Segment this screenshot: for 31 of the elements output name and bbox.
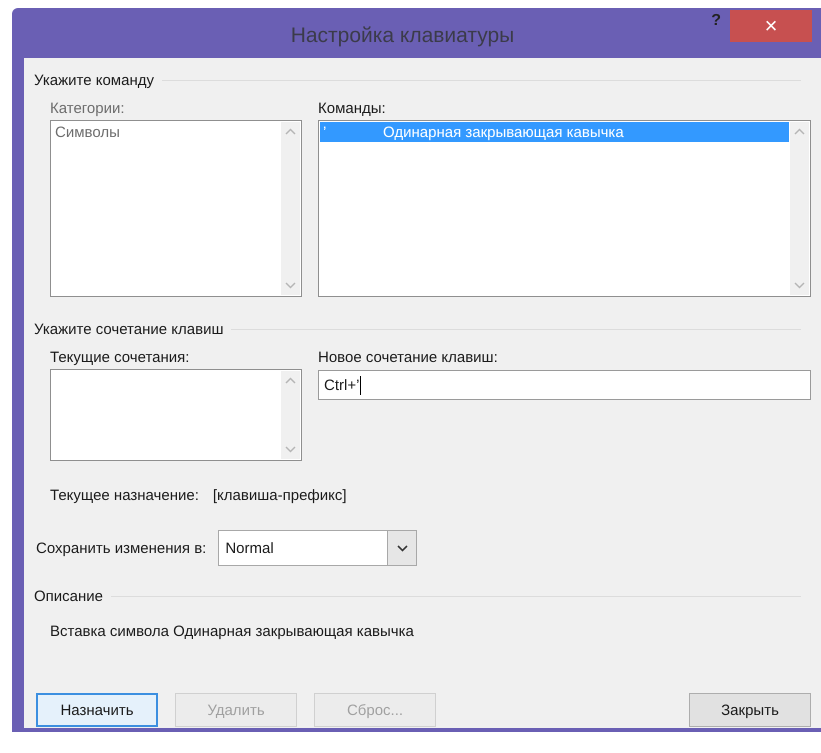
list-label: Категории: <box>50 100 126 117</box>
scroll-up-icon[interactable] <box>794 128 805 135</box>
scrollbar[interactable] <box>281 371 300 459</box>
section-title: Описание <box>34 588 104 605</box>
scrollbar[interactable] <box>281 122 300 295</box>
section-title: Укажите сочетание клавиш <box>34 321 224 338</box>
close-button[interactable]: × <box>730 10 812 42</box>
chevron-down-icon <box>396 544 408 552</box>
command-list[interactable]: ’ Одинарная закрывающая кавычка <box>318 120 811 297</box>
scroll-down-icon[interactable] <box>285 446 296 453</box>
scroll-down-icon[interactable] <box>794 282 805 289</box>
dialog-button[interactable]: Назначить <box>36 693 158 727</box>
help-button[interactable]: ? <box>711 12 721 30</box>
scroll-down-icon[interactable] <box>285 282 296 289</box>
scrollbar[interactable] <box>790 122 809 295</box>
list-item[interactable]: ’ Одинарная закрывающая кавычка <box>320 122 789 142</box>
dialog-button[interactable]: Закрыть <box>689 693 811 727</box>
assignment-label: Текущее назначение: <box>50 487 199 504</box>
template-dropdown[interactable]: Normal <box>218 530 418 566</box>
list-label: Текущие сочетания: <box>50 349 190 366</box>
scroll-up-icon[interactable] <box>285 377 296 384</box>
shortcut-field[interactable]: Ctrl+’ <box>318 370 811 400</box>
scroll-up-icon[interactable] <box>285 128 296 135</box>
assignment-value: [клавиша-префикс] <box>212 487 347 504</box>
list-label: Команды: <box>318 100 387 117</box>
description-text: Вставка символа Одинарная закрывающая кавычка <box>49 623 415 640</box>
section-title: Укажите команду <box>34 72 154 89</box>
window-title: Настройка клавиатуры <box>290 24 514 48</box>
save-in-label: Сохранить изменения в: <box>36 540 206 556</box>
current-keys-list[interactable] <box>50 369 302 461</box>
field-label: Новое сочетание клавиш: <box>318 349 499 366</box>
